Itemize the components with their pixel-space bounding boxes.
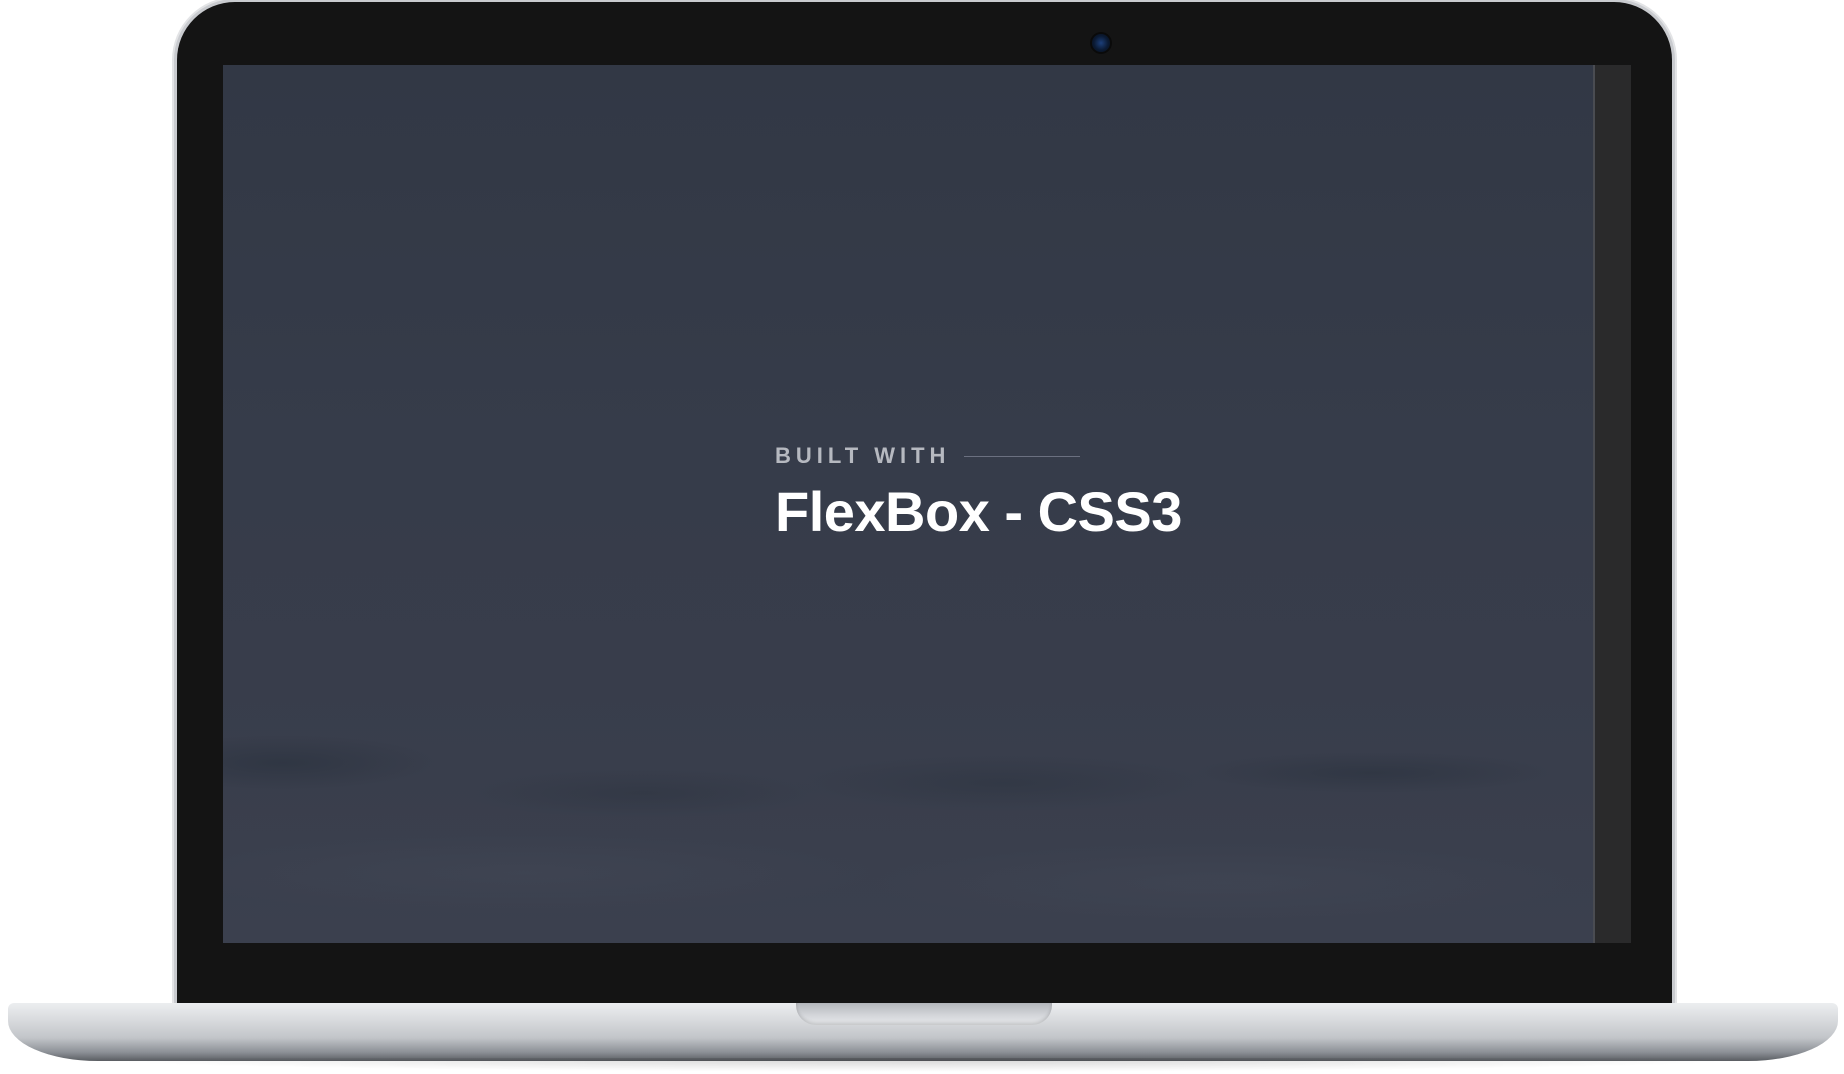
eyebrow-row: BUILT WITH [775,443,1182,469]
cloud-background-image [223,713,1593,943]
laptop-base-notch [796,1003,1052,1025]
laptop-mockup: BUILT WITH FlexBox - CSS3 [0,0,1844,1074]
webcam-icon [1092,34,1110,52]
scrollbar[interactable] [1593,65,1631,943]
laptop-shadow [60,1058,1784,1072]
eyebrow-divider [964,455,1081,457]
eyebrow-label: BUILT WITH [775,443,951,468]
hero-section: BUILT WITH FlexBox - CSS3 [775,443,1182,543]
hero-headline: FlexBox - CSS3 [775,480,1182,543]
laptop-screen: BUILT WITH FlexBox - CSS3 [223,65,1631,943]
